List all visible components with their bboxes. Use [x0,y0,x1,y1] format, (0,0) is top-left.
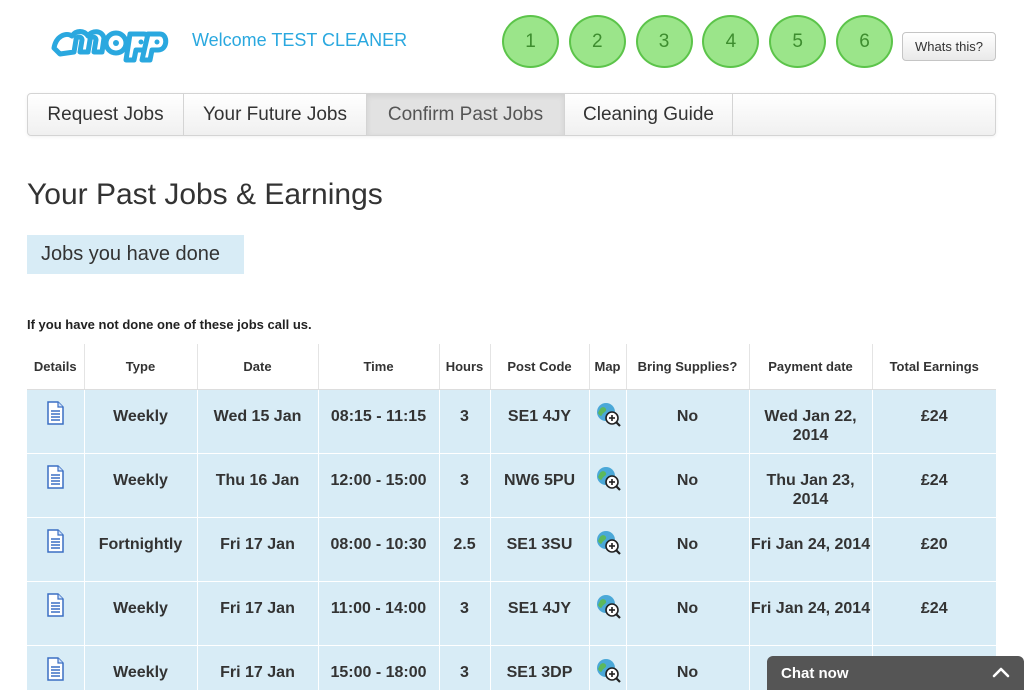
details-cell [27,644,84,690]
date-cell: Thu 16 Jan [196,452,318,517]
details-cell [27,452,84,517]
time-cell: 08:00 - 10:30 [317,516,439,581]
document-icon[interactable] [45,592,65,622]
supplies-cell: No [625,388,749,453]
time-cell: 11:00 - 14:00 [317,580,439,645]
map-zoom-icon[interactable] [595,529,621,560]
type-cell: Weekly [83,580,197,645]
time-cell: 15:00 - 18:00 [317,644,439,690]
section-heading: Jobs you have done [27,235,244,274]
supplies-cell: No [625,452,749,517]
tab-confirm-past-jobs[interactable]: Confirm Past Jobs [367,94,565,135]
map-cell [588,388,626,453]
tab-cleaning-guide[interactable]: Cleaning Guide [565,94,733,135]
chat-widget[interactable]: Chat now [767,656,1024,690]
hours-cell: 3 [438,388,490,453]
step-5[interactable]: 5 [769,15,827,68]
step-2[interactable]: 2 [568,15,626,68]
details-cell [27,388,84,453]
map-cell [588,452,626,517]
past-jobs-table: Details Type Date Time Hours Post Code M… [27,344,996,690]
type-cell: Weekly [83,644,197,690]
map-cell [588,516,626,581]
date-cell: Fri 17 Jan [196,516,318,581]
type-cell: Weekly [83,452,197,517]
date-cell: Fri 17 Jan [196,580,318,645]
step-indicator: 1 2 3 4 5 6 [502,15,903,68]
step-3[interactable]: 3 [635,15,693,68]
main-nav: Request Jobs Your Future Jobs Confirm Pa… [27,93,996,136]
postcode-cell: SE1 4JY [489,580,589,645]
column-header-hours: Hours [438,344,490,390]
time-cell: 12:00 - 15:00 [317,452,439,517]
step-4[interactable]: 4 [702,15,760,68]
header: Welcome TEST CLEANER 1 2 3 4 5 6 Whats t… [0,0,1024,90]
document-icon[interactable] [45,400,65,430]
column-header-details: Details [27,344,84,390]
hours-cell: 3 [438,644,490,690]
postcode-cell: SE1 3DP [489,644,589,690]
page-title: Your Past Jobs & Earnings [27,178,383,211]
postcode-cell: SE1 3SU [489,516,589,581]
earnings-cell: £20 [871,516,996,581]
map-cell [588,580,626,645]
date-cell: Fri 17 Jan [196,644,318,690]
type-cell: Weekly [83,388,197,453]
column-header-total-earnings: Total Earnings [871,344,996,390]
chat-label: Chat now [781,664,849,682]
notice-text: If you have not done one of these jobs c… [27,317,312,332]
mopp-logo[interactable] [48,12,172,68]
payment-date-cell: Wed Jan 22, 2014 [748,388,872,453]
tab-your-future-jobs[interactable]: Your Future Jobs [184,94,367,135]
earnings-cell: £24 [871,388,996,453]
column-header-type: Type [83,344,197,390]
whats-this-button[interactable]: Whats this? [902,32,996,61]
map-zoom-icon[interactable] [595,593,621,624]
table-header-row: Details Type Date Time Hours Post Code M… [27,344,996,390]
earnings-cell: £24 [871,452,996,517]
table-row: Fortnightly Fri 17 Jan 08:00 - 10:30 2.5… [27,516,996,581]
map-cell [588,644,626,690]
hours-cell: 3 [438,452,490,517]
welcome-message: Welcome TEST CLEANER [192,30,408,50]
chevron-up-icon[interactable] [992,665,1010,682]
postcode-cell: NW6 5PU [489,452,589,517]
payment-date-cell: Fri Jan 24, 2014 [748,516,872,581]
details-cell [27,580,84,645]
hours-cell: 2.5 [438,516,490,581]
payment-date-cell: Fri Jan 24, 2014 [748,580,872,645]
table-row: Weekly Wed 15 Jan 08:15 - 11:15 3 SE1 4J… [27,388,996,453]
map-zoom-icon[interactable] [595,401,621,432]
column-header-payment-date: Payment date [748,344,872,390]
step-6[interactable]: 6 [835,15,893,68]
date-cell: Wed 15 Jan [196,388,318,453]
map-zoom-icon[interactable] [595,465,621,496]
table-row: Weekly Thu 16 Jan 12:00 - 15:00 3 NW6 5P… [27,452,996,517]
map-zoom-icon[interactable] [595,657,621,688]
supplies-cell: No [625,644,749,690]
column-header-map: Map [588,344,626,390]
table-row: Weekly Fri 17 Jan 11:00 - 14:00 3 SE1 4J… [27,580,996,645]
column-header-post-code: Post Code [489,344,589,390]
tab-request-jobs[interactable]: Request Jobs [28,94,184,135]
earnings-cell: £24 [871,580,996,645]
document-icon[interactable] [45,528,65,558]
document-icon[interactable] [45,656,65,686]
type-cell: Fortnightly [83,516,197,581]
payment-date-cell: Thu Jan 23, 2014 [748,452,872,517]
column-header-bring-supplies: Bring Supplies? [625,344,749,390]
column-header-date: Date [196,344,318,390]
document-icon[interactable] [45,464,65,494]
time-cell: 08:15 - 11:15 [317,388,439,453]
supplies-cell: No [625,516,749,581]
column-header-time: Time [317,344,439,390]
supplies-cell: No [625,580,749,645]
hours-cell: 3 [438,580,490,645]
postcode-cell: SE1 4JY [489,388,589,453]
details-cell [27,516,84,581]
step-1[interactable]: 1 [502,15,559,68]
